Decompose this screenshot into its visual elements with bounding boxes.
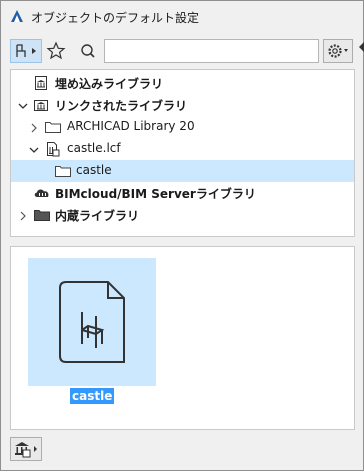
preview-item-castle[interactable] [28, 258, 156, 386]
collapse-panel-icon[interactable] [359, 41, 364, 52]
tree-item-archicad-library[interactable]: ARCHICAD Library 20 [11, 116, 354, 138]
tree-item-embedded-library[interactable]: 埋め込みライブラリ [11, 72, 354, 94]
tree-item-bimcloud-library[interactable]: BIMcloud/BIM Serverライブラリ [11, 182, 354, 204]
search-button[interactable] [77, 39, 99, 63]
object-view-button[interactable] [10, 39, 42, 63]
library-manager-button[interactable] [10, 437, 42, 461]
object-preview-pane: castle [10, 246, 355, 430]
cloud-library-icon [33, 185, 49, 201]
library-manager-icon [11, 442, 41, 463]
tree-item-label: 埋め込みライブラリ [55, 77, 164, 91]
folder-icon [44, 119, 61, 135]
folder-icon [54, 163, 71, 179]
window-title: オブジェクトのデフォルト設定 [31, 11, 200, 25]
panel-splitter[interactable] [10, 240, 355, 244]
tree-item-label: リンクされたライブラリ [55, 99, 188, 113]
search-icon [77, 44, 99, 66]
lcf-file-icon [44, 141, 60, 157]
chevron-down-icon[interactable] [29, 144, 39, 154]
preview-item-label[interactable]: castle [70, 388, 115, 404]
library-tree: 埋め込みライブラリ リンクされたライブラリ ARCHICAD Library 2… [10, 69, 355, 237]
gear-icon [324, 44, 352, 65]
chevron-down-icon[interactable] [18, 100, 28, 110]
library-icon [33, 97, 49, 113]
object-view-icon [11, 44, 41, 65]
tree-item-castle-lcf[interactable]: castle.lcf [11, 138, 354, 160]
settings-button[interactable] [323, 39, 353, 63]
tree-item-label: castle [76, 163, 112, 177]
chevron-right-icon[interactable] [29, 122, 39, 133]
tree-item-castle[interactable]: castle [11, 160, 354, 182]
tree-item-builtin-library[interactable]: 内蔵ライブラリ [11, 204, 354, 226]
star-icon [45, 41, 67, 66]
title-bar: オブジェクトのデフォルト設定 [1, 1, 363, 31]
folder-dark-icon [33, 207, 50, 223]
chair-document-icon [28, 281, 156, 389]
tree-item-linked-libraries[interactable]: リンクされたライブラリ [11, 94, 354, 116]
library-icon [33, 75, 49, 91]
archicad-icon [9, 8, 25, 24]
favorites-button[interactable] [45, 39, 67, 63]
object-default-settings-window: オブジェクトのデフォルト設定 埋め込みライブラリ リンクされたライブラリ ARC… [0, 0, 364, 471]
tree-item-label: ARCHICAD Library 20 [67, 119, 195, 133]
chevron-right-icon[interactable] [18, 210, 28, 221]
search-input[interactable] [104, 39, 319, 63]
tree-item-label: 内蔵ライブラリ [55, 209, 140, 223]
tree-item-label: castle.lcf [67, 141, 121, 155]
tree-item-label: BIMcloud/BIM Serverライブラリ [55, 187, 256, 201]
